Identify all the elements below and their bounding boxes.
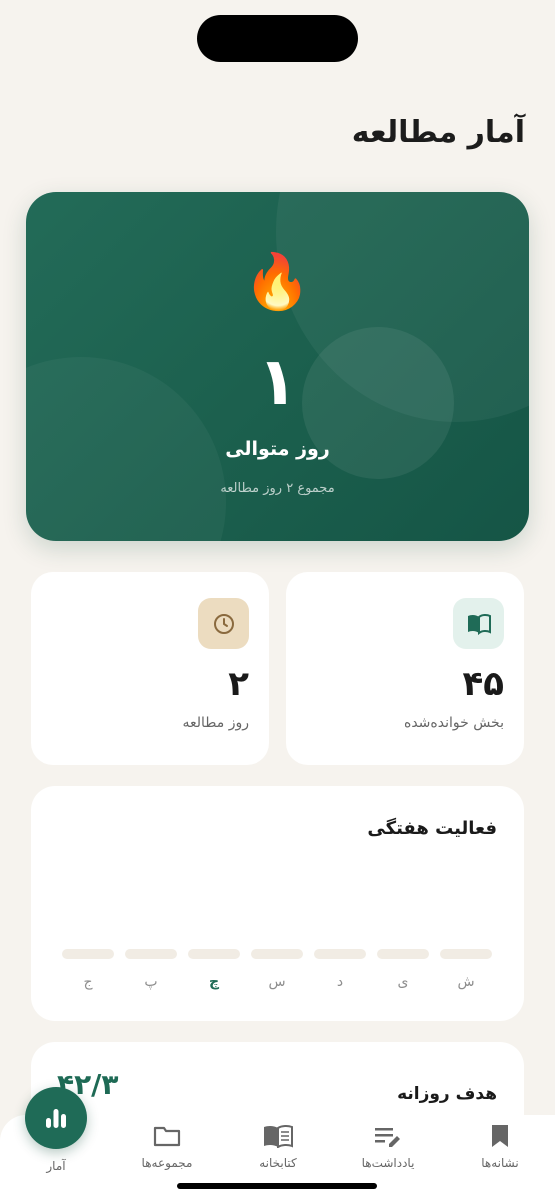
sections-read-value: ۴۵ — [462, 664, 504, 704]
day-bar — [440, 949, 492, 959]
open-book-icon — [453, 598, 504, 649]
goal-title: هدف روزانه — [397, 1084, 497, 1104]
folder-icon — [117, 1120, 217, 1152]
day-bar — [188, 949, 240, 959]
day-label: ش — [457, 974, 475, 990]
tab-stats-label: آمار — [46, 1159, 66, 1173]
tab-bookmarks[interactable]: نشانه‌ها — [450, 1120, 550, 1170]
notes-icon — [338, 1120, 438, 1152]
tab-stats[interactable] — [25, 1087, 87, 1149]
tab-label: یادداشت‌ها — [361, 1156, 415, 1170]
study-days-value: ۲ — [228, 664, 249, 704]
day-bar — [377, 949, 429, 959]
weekly-activity-card: فعالیت هفتگی ش ی د س چ پ ج — [31, 786, 524, 1021]
tab-collections[interactable]: مجموعه‌ها — [117, 1120, 217, 1170]
day-bar — [251, 949, 303, 959]
day-bar — [125, 949, 177, 959]
clock-icon — [198, 598, 249, 649]
tab-library[interactable]: کتابخانه — [228, 1120, 328, 1170]
weekly-title: فعالیت هفتگی — [367, 818, 497, 839]
streak-count: ۱ — [257, 343, 298, 420]
day-bar — [62, 949, 114, 959]
day-label: ج — [83, 974, 93, 990]
sections-read-card: ۴۵ بخش خوانده‌شده — [286, 572, 524, 765]
day-label: پ — [144, 974, 158, 990]
streak-total: مجموع ۲ روز مطالعه — [220, 481, 335, 496]
fire-icon: 🔥 — [243, 250, 312, 313]
study-days-label: روز مطالعه — [182, 715, 249, 731]
day-label: ی — [397, 974, 409, 990]
stats-icon — [46, 1109, 66, 1128]
bookmark-icon — [450, 1120, 550, 1152]
day-bar — [314, 949, 366, 959]
day-label: د — [336, 974, 344, 990]
streak-card: 🔥 ۱ روز متوالی مجموع ۲ روز مطالعه — [26, 192, 529, 541]
day-label-today: چ — [208, 974, 220, 990]
device-notch — [197, 15, 358, 62]
tab-label: نشانه‌ها — [481, 1156, 519, 1170]
page-title: آمار مطالعه — [351, 115, 525, 150]
tab-notes[interactable]: یادداشت‌ها — [338, 1120, 438, 1170]
library-book-icon — [228, 1120, 328, 1152]
streak-label: روز متوالی — [225, 438, 330, 460]
tab-label: کتابخانه — [259, 1156, 297, 1170]
tab-label: مجموعه‌ها — [141, 1156, 193, 1170]
study-days-card: ۲ روز مطالعه — [31, 572, 269, 765]
day-label: س — [268, 974, 286, 990]
home-indicator — [177, 1183, 377, 1189]
sections-read-label: بخش خوانده‌شده — [403, 715, 504, 731]
